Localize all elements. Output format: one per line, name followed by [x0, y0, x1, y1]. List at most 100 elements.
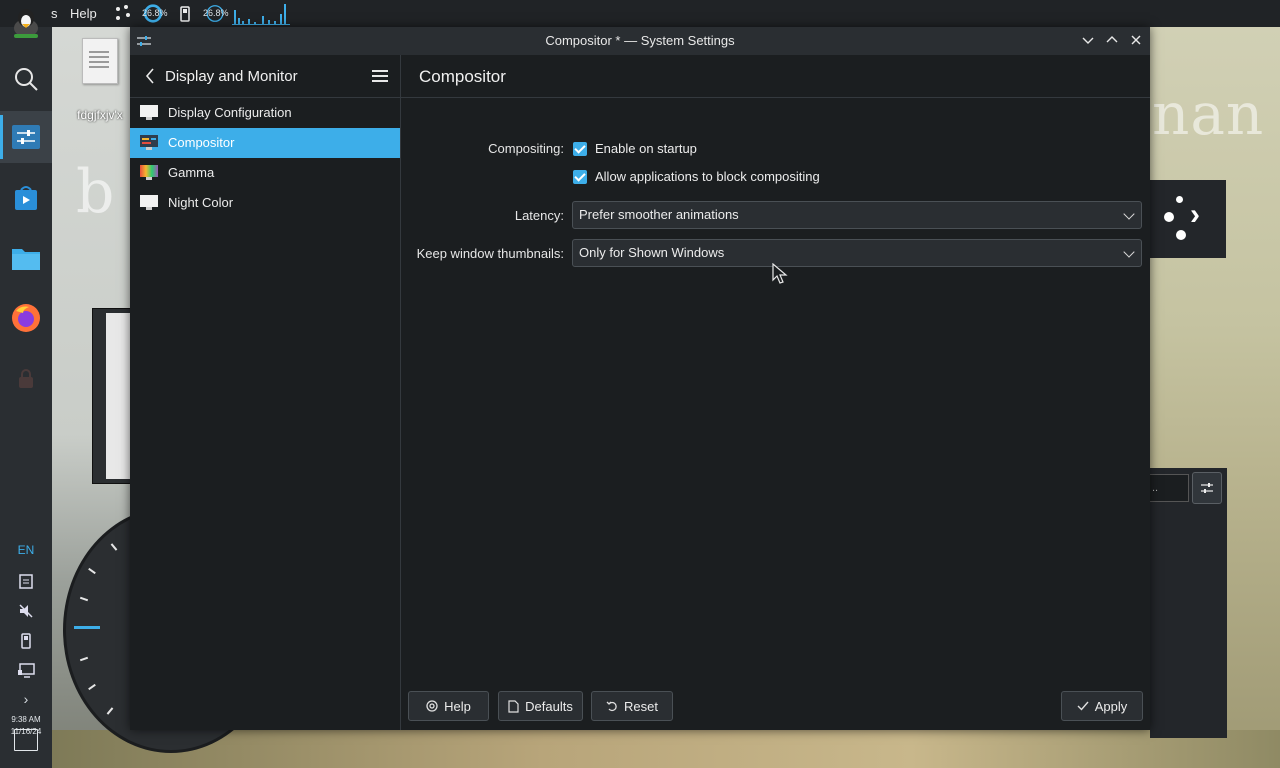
enable-on-startup-checkbox[interactable] [573, 142, 587, 156]
back-button[interactable] [138, 64, 162, 88]
filter-settings-button[interactable] [1192, 472, 1222, 504]
compositor-icon [140, 135, 158, 150]
help-icon [426, 700, 438, 712]
help-button[interactable]: Help [408, 691, 489, 721]
defaults-label: Defaults [525, 698, 573, 714]
chevron-down-icon [1082, 37, 1094, 44]
window-title: Compositor * — System Settings [545, 33, 735, 48]
chevron-left-icon [145, 68, 154, 84]
close-icon [1131, 35, 1141, 45]
dock-system-settings[interactable] [0, 111, 52, 163]
allow-block-compositing-label[interactable]: Allow applications to block compositing [595, 169, 820, 184]
show-desktop-button[interactable] [14, 729, 38, 751]
sidebar-item-night-color[interactable]: Night Color [130, 188, 400, 218]
mem-percent: 26.8% [203, 8, 229, 18]
apply-button[interactable]: Apply [1061, 691, 1143, 721]
wallpaper-text: nan [1152, 80, 1265, 148]
clock-time: 9:38 AM [11, 715, 41, 724]
keyboard-layout[interactable]: EN [0, 543, 52, 557]
thumbnails-label: Keep window thumbnails: [416, 246, 564, 261]
apply-label: Apply [1094, 698, 1128, 714]
system-settings-window: Compositor * — System Settings Display a… [130, 27, 1150, 730]
chevron-up-icon [1106, 36, 1118, 43]
window-titlebar[interactable]: Compositor * — System Settings [130, 27, 1150, 55]
page-title: Compositor [419, 67, 506, 86]
mouse-cursor-icon [772, 263, 788, 284]
volume-icon[interactable] [0, 603, 52, 622]
thumbnails-dropdown[interactable]: Only for Shown Windows [572, 239, 1142, 267]
chevron-right-icon: › [1190, 198, 1200, 231]
network-graph-icon[interactable] [232, 3, 290, 25]
dock-file-manager[interactable] [0, 232, 52, 284]
system-settings-icon [12, 125, 40, 149]
store-icon [15, 186, 37, 210]
checkmark-icon [1077, 701, 1089, 711]
latency-label: Latency: [514, 208, 564, 223]
clipboard-icon[interactable] [0, 573, 52, 592]
latency-dropdown[interactable]: Prefer smoother animations [572, 201, 1142, 229]
chevron-down-icon [1123, 246, 1135, 258]
dock-firefox[interactable] [0, 292, 52, 344]
desktop-right-widget[interactable]: › [1150, 180, 1226, 258]
sidebar-title: Display and Monitor [165, 68, 298, 85]
partial-search-field[interactable]: .. [1150, 474, 1189, 502]
firefox-icon [12, 304, 40, 332]
allow-block-compositing-checkbox[interactable] [573, 170, 587, 184]
sidebar-item-compositor[interactable]: Compositor [130, 128, 400, 158]
usb-drive-icon[interactable] [0, 633, 52, 652]
folder-icon [12, 249, 40, 270]
cpu-percent: 26.8% [142, 8, 168, 18]
left-dock: EN › 9:38 AM 11/16/24 [0, 27, 52, 768]
desktop-right-panel: .. [1150, 468, 1227, 738]
display-icon[interactable] [0, 663, 52, 682]
network-icon[interactable] [114, 4, 132, 23]
sidebar-item-gamma[interactable]: Gamma [130, 158, 400, 188]
settings-content: Compositor Compositing: Enable on startu… [401, 55, 1150, 730]
gamma-icon [140, 165, 158, 180]
undo-icon [606, 701, 617, 712]
sidebar-item-label: Gamma [168, 165, 215, 180]
monitor-icon [140, 105, 158, 120]
minimize-button[interactable] [1078, 31, 1098, 51]
top-panel: s Help 26.8% 26.8% [0, 0, 1280, 27]
chevron-down-icon [1123, 208, 1135, 220]
clock-accent [74, 626, 100, 629]
menu-help[interactable]: Help [70, 0, 97, 27]
hamburger-menu-icon[interactable] [372, 70, 388, 82]
close-button[interactable] [1126, 31, 1146, 51]
reset-button[interactable]: Reset [591, 691, 673, 721]
night-color-icon [140, 195, 158, 210]
sidebar-item-label: Display Configuration [168, 105, 292, 120]
settings-sidebar: Display and Monitor Display Configuratio… [130, 55, 401, 730]
dock-search[interactable] [0, 53, 52, 105]
sidebar-header: Display and Monitor [130, 55, 400, 98]
document-icon [508, 699, 519, 713]
maximize-button[interactable] [1102, 31, 1122, 51]
sidebar-item-display-configuration[interactable]: Display Configuration [130, 98, 400, 128]
sidebar-item-label: Night Color [168, 195, 234, 210]
desktop-file-name: fdgjfxjv'x [77, 108, 123, 122]
wallpaper-bottom-region [52, 730, 1280, 768]
dock-item-dim[interactable] [0, 352, 52, 404]
app-launcher-icon[interactable] [11, 6, 41, 40]
sidebar-item-label: Compositor [168, 135, 235, 150]
search-icon [15, 68, 38, 91]
lock-icon [19, 369, 33, 388]
chevron-right-icon[interactable]: › [0, 691, 52, 707]
sliders-icon [1201, 483, 1213, 493]
memory-icon[interactable] [179, 4, 191, 23]
background-window[interactable] [92, 308, 132, 484]
content-header: Compositor [401, 55, 1150, 98]
compositing-label: Compositing: [488, 141, 564, 156]
enable-on-startup-label[interactable]: Enable on startup [595, 141, 697, 156]
text-file-icon [82, 38, 118, 84]
dock-discover[interactable] [0, 172, 52, 224]
defaults-button[interactable]: Defaults [498, 691, 583, 721]
thumbnails-value: Only for Shown Windows [579, 245, 725, 260]
menu-partial[interactable]: s [51, 0, 58, 27]
wallpaper-text-left: b [76, 157, 115, 227]
help-label: Help [444, 698, 471, 714]
desktop-file[interactable]: fdgjfxjv'x [70, 38, 130, 122]
latency-value: Prefer smoother animations [579, 207, 739, 222]
reset-label: Reset [624, 698, 658, 714]
